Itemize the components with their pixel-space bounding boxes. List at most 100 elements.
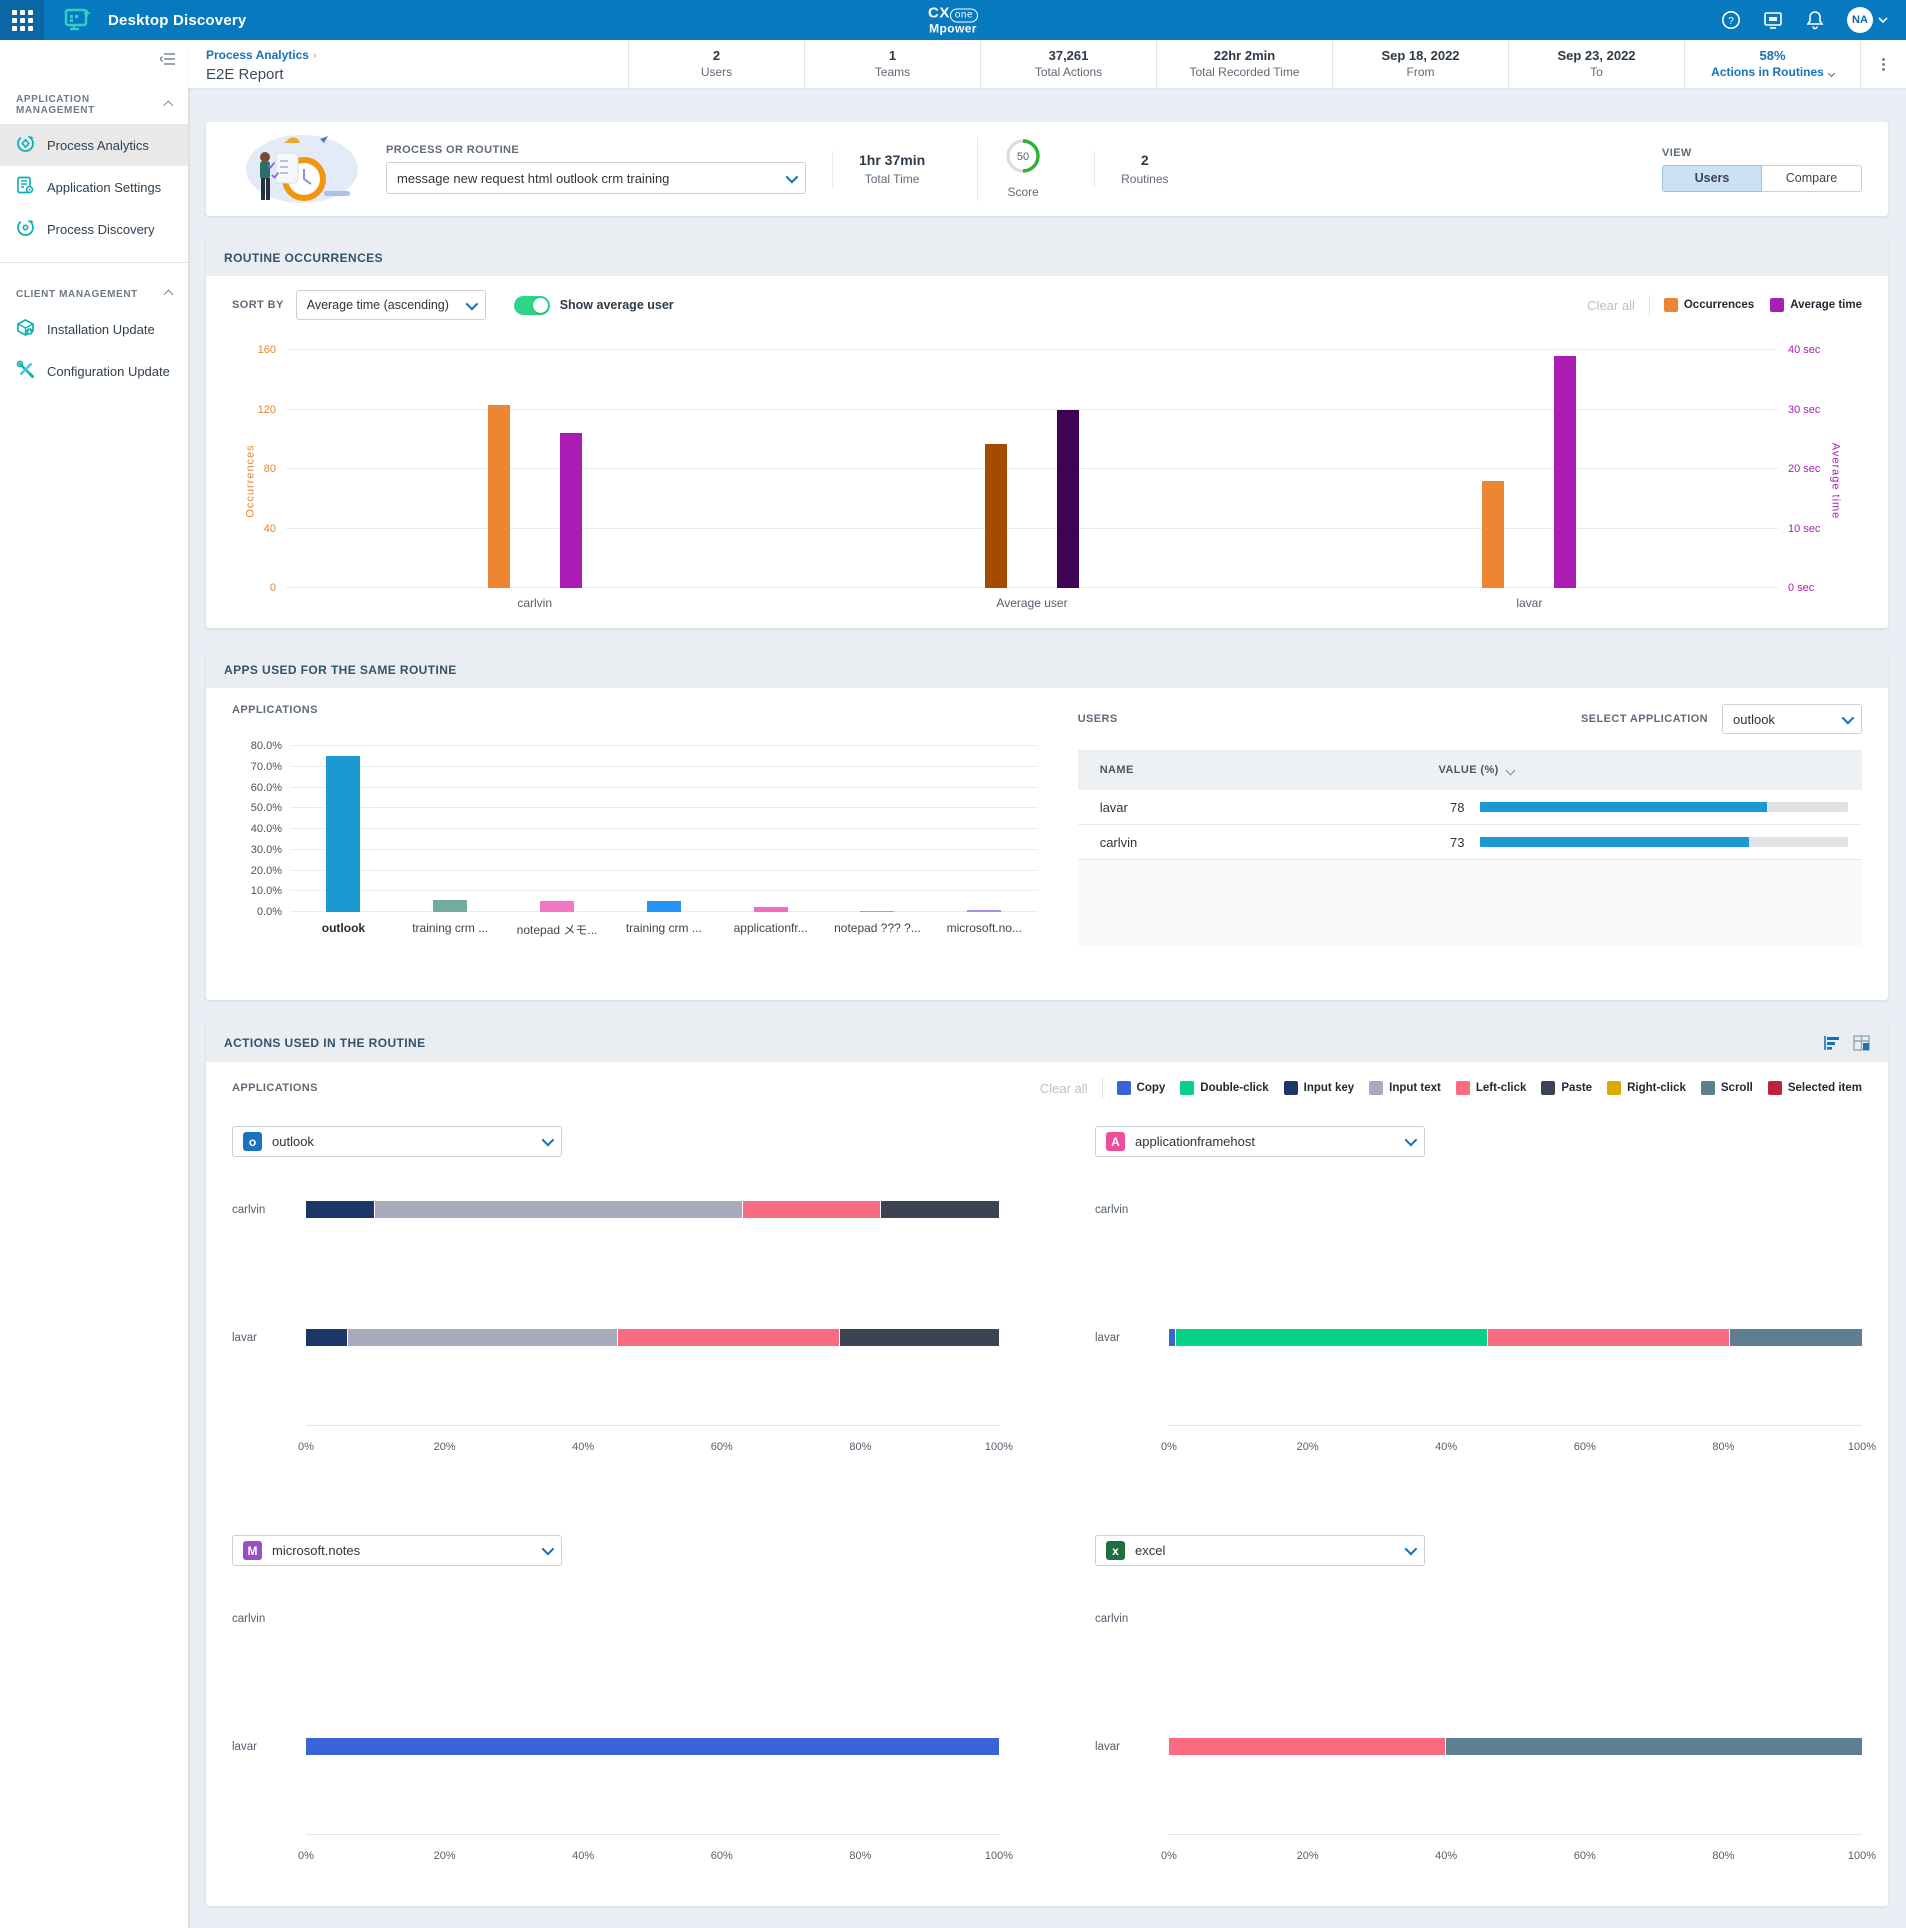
segment-left-click[interactable] — [1488, 1329, 1731, 1346]
help-icon[interactable]: ? — [1721, 10, 1741, 30]
view-option-compare[interactable]: Compare — [1762, 165, 1862, 192]
legend-label: Copy — [1137, 1082, 1166, 1094]
app-select-applicationframehost[interactable]: Aapplicationframehost — [1095, 1126, 1425, 1157]
app-bar-training-crm[interactable] — [647, 901, 681, 912]
sidebar-section-title[interactable]: APPLICATION MANAGEMENT — [0, 86, 188, 124]
segment-input-key[interactable] — [306, 1201, 375, 1218]
application-select[interactable]: outlook — [1722, 704, 1862, 734]
segment-paste[interactable] — [840, 1329, 999, 1346]
right-axis-tick: 30 sec — [1788, 404, 1820, 416]
app-bar-notepad[interactable] — [540, 901, 574, 912]
left-axis-tick: 40 — [264, 523, 276, 535]
value-bar-fill — [1480, 802, 1767, 812]
action-panel-outlook: ooutlookcarlvinlavar0%20%40%60%80%100% — [232, 1126, 999, 1489]
x-axis-tick: 60% — [1574, 1850, 1596, 1862]
legend-swatch — [1284, 1081, 1298, 1095]
stat-actions-in-routines[interactable]: 58%Actions in Routines — [1684, 40, 1860, 88]
legend-item-input-key[interactable]: Input key — [1284, 1081, 1354, 1095]
stat-total-actions: 37,261Total Actions — [980, 40, 1156, 88]
stat-from: Sep 18, 2022From — [1332, 40, 1508, 88]
select-application-label: SELECT APPLICATION — [1581, 713, 1708, 725]
notifications-bell-icon[interactable] — [1805, 10, 1825, 30]
legend-item-right-click[interactable]: Right-click — [1607, 1081, 1686, 1095]
chevron-up-icon — [164, 290, 174, 300]
app-launcher-icon[interactable] — [0, 0, 44, 40]
sidebar-item-configuration-update[interactable]: Configuration Update — [0, 350, 188, 392]
segment-scroll[interactable] — [1446, 1738, 1862, 1755]
legend-item-copy[interactable]: Copy — [1117, 1081, 1166, 1095]
report-overflow-menu-icon[interactable] — [1860, 40, 1906, 88]
segment-input-text[interactable] — [348, 1329, 618, 1346]
y-axis-tick: 80.0% — [251, 740, 282, 752]
legend-item-input-text[interactable]: Input text — [1369, 1081, 1441, 1095]
stat-users: 2Users — [628, 40, 804, 88]
legend-item-left-click[interactable]: Left-click — [1456, 1081, 1527, 1095]
chart-row-lavar: lavar — [232, 1738, 999, 1755]
view-option-users[interactable]: Users — [1662, 165, 1762, 192]
sidebar-item-installation-update[interactable]: Installation Update — [0, 308, 188, 350]
legend-item-double-click[interactable]: Double-click — [1180, 1081, 1268, 1095]
grid-view-icon[interactable] — [1853, 1035, 1870, 1051]
x-axis-tick: 100% — [985, 1850, 1013, 1862]
app-bar-applicationfr[interactable] — [754, 907, 788, 912]
segment-copy[interactable] — [306, 1738, 999, 1755]
legend-item-scroll[interactable]: Scroll — [1701, 1081, 1753, 1095]
app-select-value: excel — [1135, 1543, 1165, 1558]
screen-share-icon[interactable] — [1763, 10, 1783, 30]
chart-row-carlvin: carlvin — [1095, 1201, 1862, 1218]
legend-item-occurrences[interactable]: Occurrences — [1664, 298, 1754, 312]
process-select[interactable]: message new request html outlook crm tra… — [386, 162, 806, 194]
row-user-label: carlvin — [1095, 1204, 1169, 1216]
x-axis-tick: 40% — [572, 1441, 594, 1453]
stacked-bar-track — [1169, 1610, 1862, 1627]
category-label: carlvin — [517, 596, 552, 610]
actions-clear-all[interactable]: Clear all — [1040, 1081, 1088, 1096]
x-axis-line — [306, 1834, 999, 1835]
user-name-cell: lavar — [1078, 800, 1439, 815]
chevron-down-icon — [542, 1543, 555, 1556]
segment-left-click[interactable] — [618, 1329, 840, 1346]
sidebar-collapse-icon[interactable] — [160, 52, 176, 66]
segment-input-text[interactable] — [375, 1201, 742, 1218]
app-bar-training-crm[interactable] — [433, 900, 467, 912]
legend-swatch — [1117, 1081, 1131, 1095]
segment-paste[interactable] — [881, 1201, 999, 1218]
segment-left-click[interactable] — [743, 1201, 882, 1218]
legend-item-paste[interactable]: Paste — [1541, 1081, 1592, 1095]
segment-left-click[interactable] — [1169, 1738, 1446, 1755]
user-menu[interactable]: NA — [1847, 7, 1888, 33]
stat-value: Sep 18, 2022 — [1381, 48, 1459, 64]
segment-double-click[interactable] — [1176, 1329, 1488, 1346]
bar-view-icon[interactable] — [1824, 1035, 1841, 1051]
bar-average-time — [560, 433, 582, 588]
legend-item-average-time[interactable]: Average time — [1770, 298, 1862, 312]
app-select-microsoft-notes[interactable]: Mmicrosoft.notes — [232, 1535, 562, 1566]
table-row[interactable]: lavar78 — [1078, 790, 1862, 825]
users-table-name-header[interactable]: NAME — [1078, 764, 1439, 776]
legend-swatch — [1607, 1081, 1621, 1095]
app-bar-outlook[interactable] — [326, 756, 360, 912]
users-table-value-header[interactable]: VALUE (%) — [1438, 764, 1498, 776]
app-bar-microsoft-no[interactable] — [967, 910, 1001, 912]
sidebar-section-label: APPLICATION MANAGEMENT — [16, 94, 165, 116]
legend-item-selected-item[interactable]: Selected item — [1768, 1081, 1862, 1095]
segment-scroll[interactable] — [1730, 1329, 1862, 1346]
app-bar-notepad[interactable] — [860, 911, 894, 912]
sidebar-item-process-discovery[interactable]: Process Discovery — [0, 208, 188, 250]
configuration-update-icon — [16, 360, 35, 382]
app-select-outlook[interactable]: ooutlook — [232, 1126, 562, 1157]
sidebar-item-application-settings[interactable]: Application Settings — [0, 166, 188, 208]
app-select-excel[interactable]: xexcel — [1095, 1535, 1425, 1566]
breadcrumb[interactable]: Process Analytics — [206, 48, 309, 62]
sort-by-select[interactable]: Average time (ascending) — [296, 290, 486, 320]
sidebar-item-process-analytics[interactable]: Process Analytics — [0, 124, 188, 166]
occurrences-clear-all[interactable]: Clear all — [1587, 298, 1635, 313]
show-average-user-toggle[interactable]: Show average user — [514, 296, 674, 315]
segment-copy[interactable] — [1169, 1329, 1176, 1346]
applications-bar-chart: 80.0%70.0%60.0%50.0%40.0%30.0%20.0%10.0%… — [290, 746, 1038, 942]
table-row[interactable]: carlvin73 — [1078, 825, 1862, 860]
sidebar-section-title[interactable]: CLIENT MANAGEMENT — [0, 281, 188, 308]
row-user-label: carlvin — [1095, 1613, 1169, 1625]
segment-input-key[interactable] — [306, 1329, 348, 1346]
app-select-content: Mmicrosoft.notes — [243, 1541, 360, 1560]
